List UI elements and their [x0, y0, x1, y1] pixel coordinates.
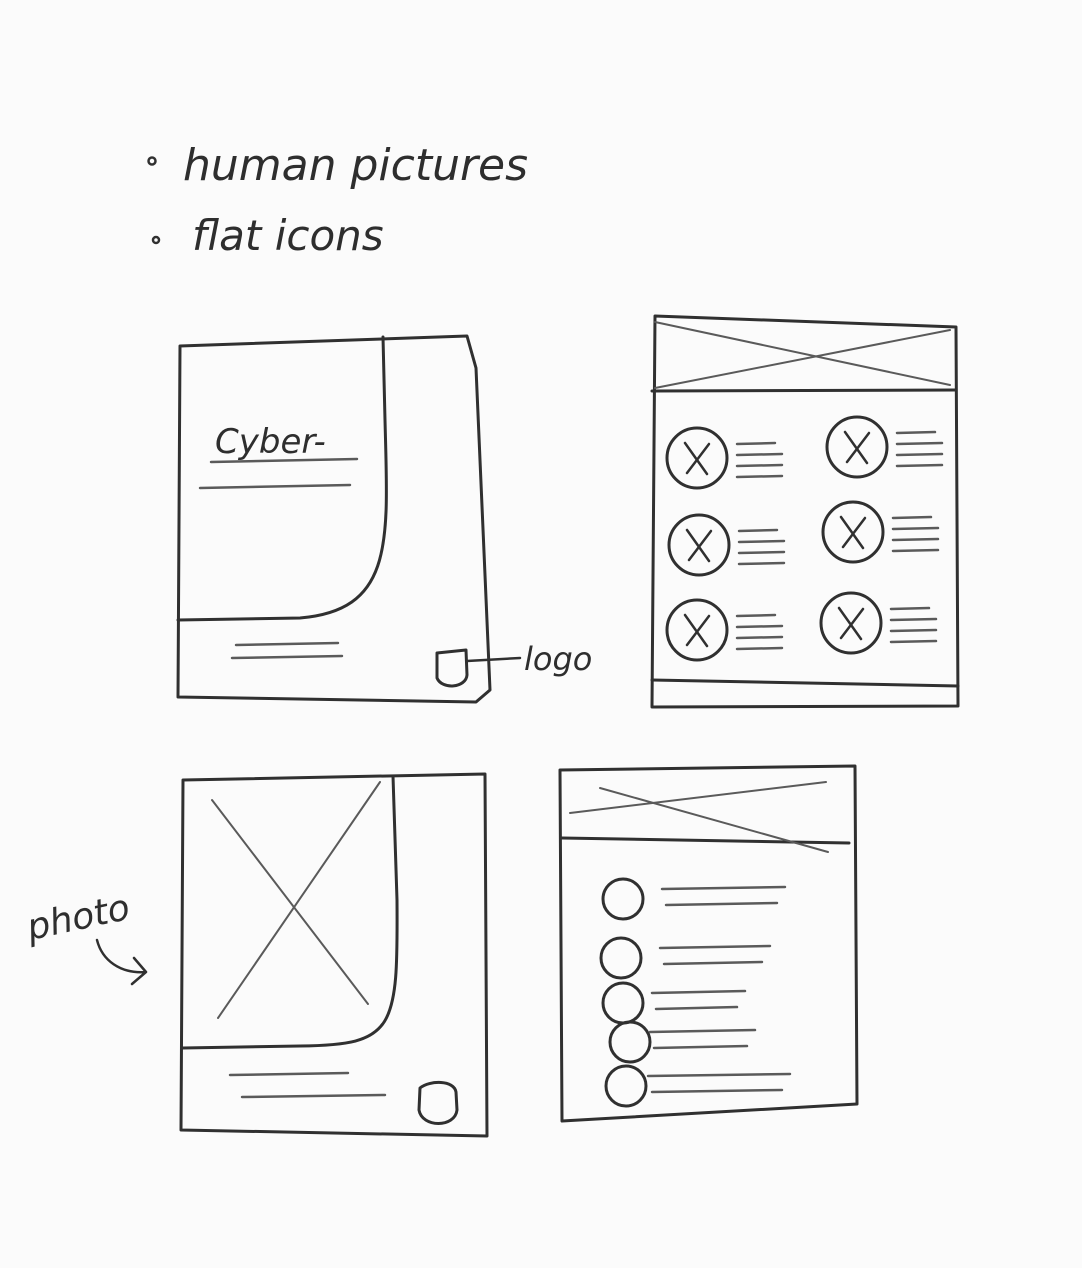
grid-item	[825, 415, 944, 479]
list-item	[601, 877, 787, 921]
list-item	[601, 981, 747, 1025]
header-divider	[650, 388, 958, 393]
icon-placeholder-icon	[821, 500, 885, 564]
screen-frame	[176, 334, 492, 704]
text-line	[735, 463, 784, 468]
logo-pointer-line	[465, 656, 522, 663]
note-human-pictures: human pictures	[183, 140, 528, 191]
text-line	[891, 548, 940, 553]
text-line	[737, 528, 779, 533]
bullet-icon	[147, 156, 157, 166]
text-line	[891, 515, 933, 520]
text-line	[895, 452, 944, 457]
text-line	[650, 989, 747, 995]
text-line	[650, 1088, 784, 1094]
grid-item	[819, 591, 938, 655]
avatar-placeholder-icon	[608, 1020, 652, 1064]
logo-label: logo	[524, 640, 592, 678]
text-line	[895, 441, 944, 446]
text-line	[654, 1005, 739, 1011]
icon-placeholder-icon	[825, 415, 889, 479]
text-line	[735, 441, 777, 446]
grid-item	[821, 500, 940, 564]
cyber-heading: Cyber-	[215, 422, 326, 462]
list-item	[604, 1064, 792, 1108]
subtitle-line	[198, 483, 352, 490]
text-line	[889, 606, 931, 611]
avatar-placeholder-icon	[604, 1064, 648, 1108]
sketch-list-screen	[558, 764, 859, 1123]
text-line	[737, 550, 786, 555]
text-line	[664, 901, 779, 907]
footer-bar	[650, 678, 960, 688]
photo-pointer-arrow-icon	[95, 938, 148, 986]
text-line	[735, 613, 777, 618]
avatar-placeholder-icon	[599, 936, 643, 980]
text-line	[735, 635, 784, 640]
grid-item	[667, 513, 786, 577]
grid-item	[665, 426, 784, 490]
photo-label: photo	[22, 887, 133, 949]
header-divider	[560, 836, 851, 845]
text-line	[889, 628, 938, 633]
list-item	[608, 1020, 757, 1064]
list-item	[599, 936, 772, 980]
icon-grid	[665, 415, 944, 662]
list-rows	[599, 877, 792, 1108]
notes-list: human pictures flat icons	[147, 140, 528, 260]
avatar-placeholder-icon	[601, 981, 645, 1025]
text-line	[660, 885, 787, 891]
text-line	[652, 1044, 749, 1050]
screen-frame	[650, 314, 960, 709]
text-line	[895, 430, 937, 435]
text-line	[891, 537, 940, 542]
logo-placeholder-icon	[417, 1081, 459, 1125]
body-text-line	[230, 654, 344, 660]
text-line	[662, 960, 764, 966]
hero-panel-curve	[176, 335, 388, 622]
avatar-placeholder-icon	[601, 877, 645, 921]
body-text-line	[240, 1093, 387, 1099]
text-line	[889, 617, 938, 622]
bullet-icon	[151, 235, 161, 245]
text-line	[735, 452, 784, 457]
note-flat-icons: flat icons	[192, 211, 384, 260]
header-image-placeholder-icon	[654, 321, 951, 389]
logo-placeholder-icon	[435, 648, 469, 688]
sketch-landing-screen: Cyber- logo	[176, 334, 592, 704]
text-line	[735, 646, 784, 651]
text-line	[735, 474, 784, 479]
text-line	[646, 1072, 792, 1078]
text-line	[737, 561, 786, 566]
sketch-icon-grid-screen	[650, 314, 960, 709]
photo-placeholder-icon	[211, 781, 381, 1019]
sketch-photo-screen: photo	[22, 772, 489, 1138]
body-text-line	[228, 1071, 350, 1077]
text-line	[658, 944, 772, 950]
icon-placeholder-icon	[819, 591, 883, 655]
icon-placeholder-icon	[665, 598, 729, 662]
icon-placeholder-icon	[667, 513, 731, 577]
icon-placeholder-icon	[665, 426, 729, 490]
text-line	[891, 526, 940, 531]
text-line	[895, 463, 944, 468]
text-line	[735, 624, 784, 629]
body-text-line	[234, 641, 340, 647]
text-line	[648, 1028, 757, 1034]
grid-item	[665, 598, 784, 662]
wireframe-sketch-canvas: human pictures flat icons Cyber- logo ph…	[22, 140, 960, 1138]
text-line	[889, 639, 938, 644]
text-line	[737, 539, 786, 544]
